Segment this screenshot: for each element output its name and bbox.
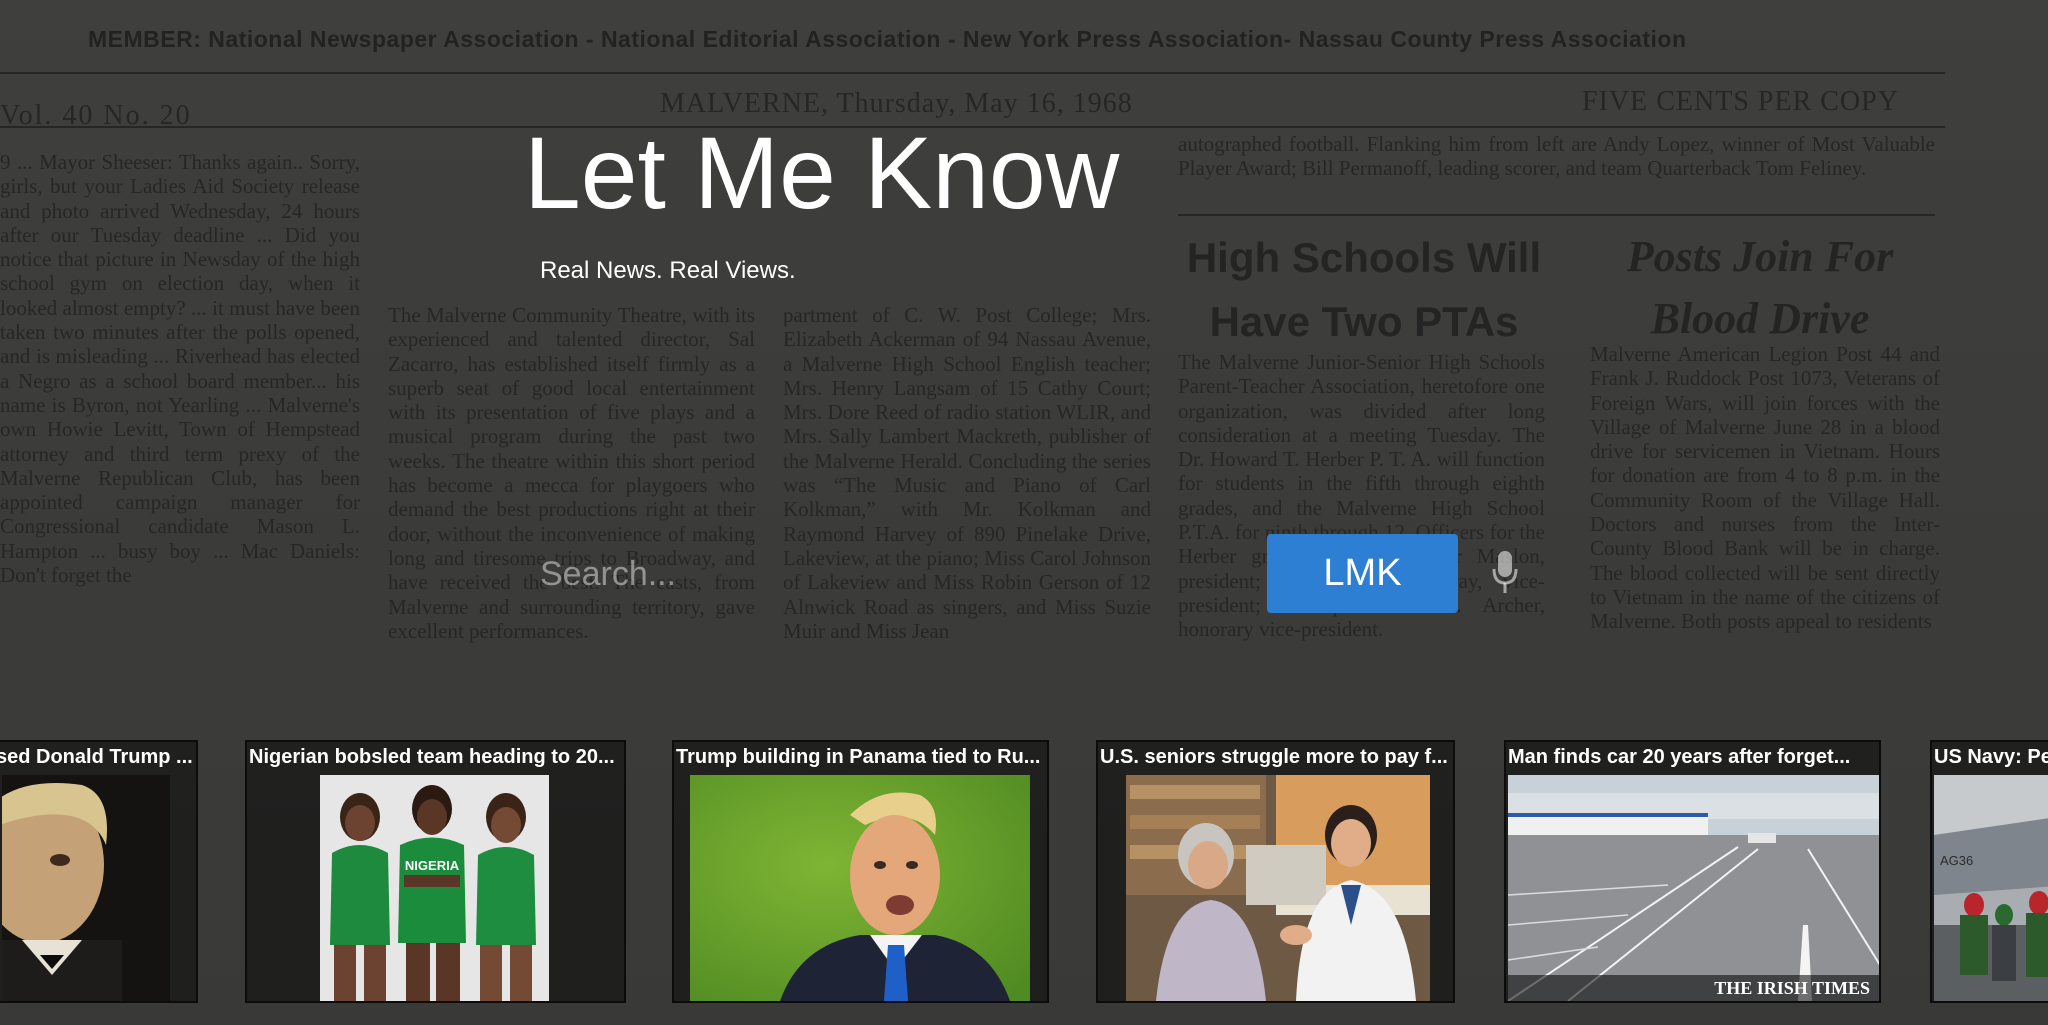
- news-card-image[interactable]: [690, 775, 1030, 1001]
- microphone-icon[interactable]: [1491, 551, 1519, 595]
- news-card-title[interactable]: US Navy: Pe: [1932, 746, 2048, 774]
- news-card-title[interactable]: sed Donald Trump ...: [0, 746, 196, 774]
- man-in-tuxedo-photo: [2, 775, 170, 1001]
- search-input[interactable]: [530, 546, 1250, 602]
- news-card[interactable]: Nigerian bobsled team heading to 20... N…: [245, 740, 626, 1003]
- news-card[interactable]: Man finds car 20 years after forget... T…: [1504, 740, 1881, 1003]
- news-card-image[interactable]: NIGERIA: [320, 775, 549, 1001]
- news-card-image[interactable]: AG36: [1934, 775, 2048, 1001]
- news-card[interactable]: U.S. seniors struggle more to pay f...: [1096, 740, 1455, 1003]
- news-card[interactable]: Trump building in Panama tied to Ru...: [672, 740, 1049, 1003]
- site-title: Let Me Know: [524, 116, 1120, 230]
- airport-parking-lot-photo: THE IRISH TIMES: [1508, 775, 1879, 1001]
- svg-text:AG36: AG36: [1940, 853, 1973, 868]
- news-card-title[interactable]: Trump building in Panama tied to Ru...: [674, 746, 1047, 774]
- lmk-search-button[interactable]: LMK: [1267, 534, 1458, 613]
- news-card-title[interactable]: Man finds car 20 years after forget...: [1506, 746, 1879, 774]
- news-card[interactable]: US Navy: Pe AG36: [1930, 740, 2048, 1003]
- svg-text:NIGERIA: NIGERIA: [405, 858, 460, 873]
- pharmacist-with-senior-photo: [1126, 775, 1430, 1001]
- navy-aircraft-carrier-photo: AG36: [1934, 775, 2048, 1001]
- site-tagline: Real News. Real Views.: [540, 257, 796, 284]
- watermark-text: THE IRISH TIMES: [1714, 978, 1870, 998]
- news-card-image[interactable]: [1126, 775, 1430, 1001]
- news-card-image[interactable]: [2, 775, 170, 1001]
- trump-portrait-photo: [690, 775, 1030, 1001]
- three-athletes-in-green-photo: NIGERIA: [320, 775, 549, 1001]
- news-card-title[interactable]: U.S. seniors struggle more to pay f...: [1098, 746, 1453, 774]
- news-carousel: sed Donald Trump ... Nigerian bobsled te…: [0, 740, 2048, 1005]
- news-card[interactable]: sed Donald Trump ...: [0, 740, 198, 1003]
- news-card-title[interactable]: Nigerian bobsled team heading to 20...: [247, 746, 624, 774]
- news-card-image[interactable]: THE IRISH TIMES: [1508, 775, 1879, 1001]
